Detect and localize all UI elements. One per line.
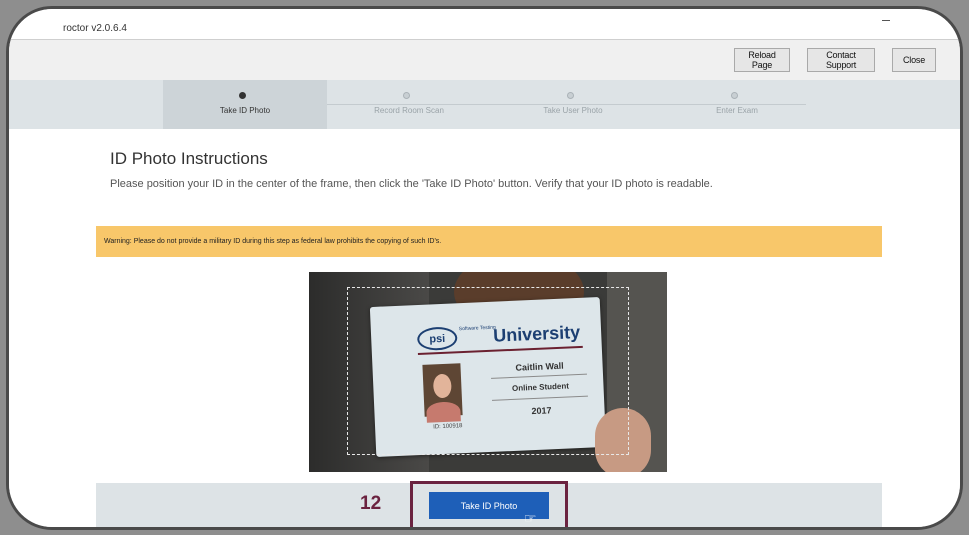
step-take-id-photo: Take ID Photo	[163, 80, 327, 129]
id-frame-guide	[347, 287, 629, 455]
step-pending-dot-icon	[403, 92, 410, 99]
reload-page-button[interactable]: Reload Page	[734, 48, 790, 72]
tutorial-highlight-box	[410, 481, 568, 527]
tutorial-step-number: 12	[360, 493, 382, 514]
contact-support-button[interactable]: Contact Support	[807, 48, 875, 72]
screenshot-frame: roctor v2.0.6.4 Reload Page Contact Supp…	[6, 6, 963, 530]
step-record-room-scan: Record Room Scan	[327, 80, 491, 129]
step-label: Enter Exam	[716, 106, 758, 115]
main-content: ID Photo Instructions Please position yo…	[9, 129, 960, 527]
step-pending-dot-icon	[731, 92, 738, 99]
step-current-dot-icon	[239, 92, 246, 99]
step-take-user-photo: Take User Photo	[491, 80, 655, 129]
minimize-icon[interactable]	[882, 20, 890, 21]
toolbar: Reload Page Contact Support Close	[9, 40, 960, 80]
step-label: Take User Photo	[543, 106, 603, 115]
step-label: Record Room Scan	[374, 106, 444, 115]
title-bar: roctor v2.0.6.4	[9, 9, 960, 40]
warning-text: Warning: Please do not provide a militar…	[104, 238, 442, 245]
close-button[interactable]: Close	[892, 48, 936, 72]
app-title: roctor v2.0.6.4	[63, 23, 127, 34]
step-label: Take ID Photo	[219, 106, 271, 115]
instructions-text: Please position your ID in the center of…	[110, 178, 713, 190]
warning-banner: Warning: Please do not provide a militar…	[96, 226, 882, 257]
page-title: ID Photo Instructions	[110, 149, 268, 168]
progress-stepper: Take ID Photo Record Room Scan Take User…	[9, 80, 960, 129]
step-enter-exam: Enter Exam	[655, 80, 819, 129]
camera-preview: psi Software Testing University Caitlin …	[309, 272, 667, 472]
step-pending-dot-icon	[567, 92, 574, 99]
